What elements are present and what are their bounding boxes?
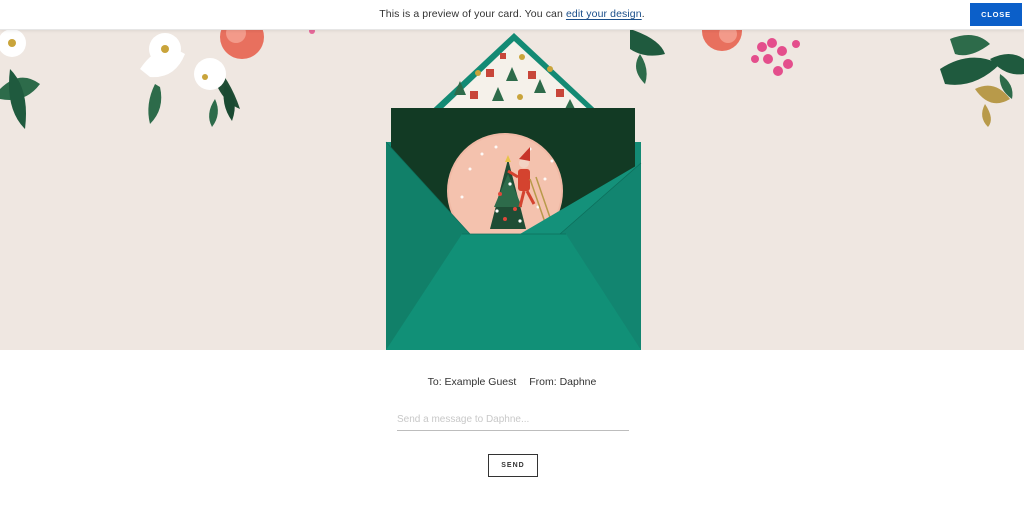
send-button[interactable]: SEND bbox=[488, 454, 538, 477]
from-sender: From: Daphne bbox=[529, 376, 597, 388]
preview-text-end: . bbox=[641, 8, 645, 20]
preview-banner: This is a preview of your card. You can … bbox=[0, 0, 1024, 30]
card-preview-scene bbox=[0, 29, 1024, 350]
recipient-info: To: Example Guest From: Daphne bbox=[0, 376, 1024, 388]
preview-text: This is a preview of your card. You can bbox=[379, 8, 566, 20]
envelope-illustration bbox=[0, 29, 1024, 350]
close-button[interactable]: CLOSE bbox=[970, 3, 1022, 26]
to-recipient: To: Example Guest bbox=[427, 376, 517, 388]
floral-decoration-right bbox=[630, 29, 1024, 127]
floral-decoration-left bbox=[0, 29, 315, 129]
message-input[interactable] bbox=[397, 408, 629, 431]
preview-message: This is a preview of your card. You can … bbox=[0, 8, 1024, 20]
envelope-liner bbox=[422, 33, 606, 119]
edit-design-link[interactable]: edit your design bbox=[566, 8, 642, 20]
